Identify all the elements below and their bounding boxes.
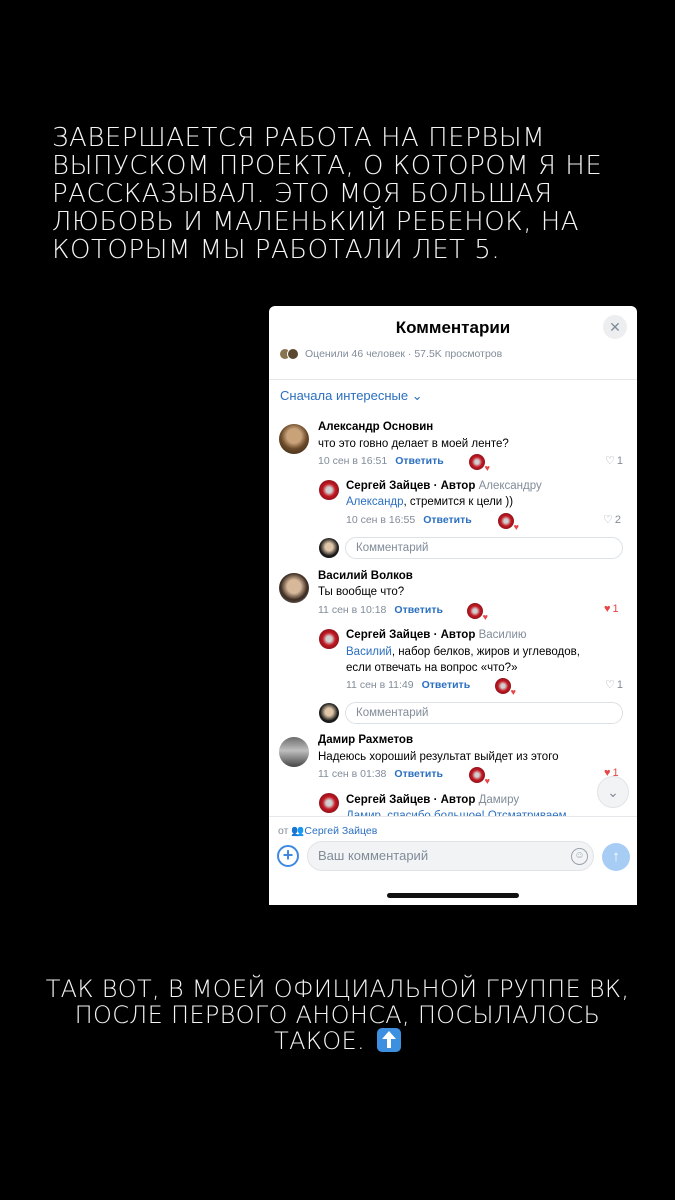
comment-text-line2: если отвечать на вопрос «что?» xyxy=(346,662,518,674)
avatar[interactable] xyxy=(279,424,309,454)
author-like-icon xyxy=(495,678,516,697)
comment-text: что это говно делает в моей ленте? xyxy=(318,438,509,450)
like-count: 2 xyxy=(614,514,621,526)
comment-date: 10 сен в 16:51 xyxy=(318,455,388,467)
comment-text-body: , стремится к цели )) xyxy=(403,496,514,508)
rating-row: Оценили 46 человек · 57.5K просмотров xyxy=(279,348,502,360)
close-icon[interactable]: ✕ xyxy=(603,315,627,339)
like-count: 1 xyxy=(616,679,623,691)
comment-author[interactable]: Сергей Зайцев · Автор Василию xyxy=(346,629,527,641)
home-indicator xyxy=(387,893,519,898)
author-like-icon xyxy=(467,603,488,622)
author-name[interactable]: Сергей Зайцев · Автор xyxy=(346,480,475,492)
like-button[interactable]: ♡ 1 xyxy=(605,678,623,691)
like-button[interactable]: ♡ 2 xyxy=(603,513,621,526)
story-top-text: ЗАВЕРШАЕТСЯ РАБОТА НА ПЕРВЫМ ВЫПУСКОМ ПР… xyxy=(52,123,603,265)
scroll-down-button[interactable]: ⌄ xyxy=(597,776,629,808)
comment-author[interactable]: Александр Основин xyxy=(318,421,433,433)
group-name[interactable]: Сергей Зайцев xyxy=(304,825,377,837)
comment-date: 11 сен в 01:38 xyxy=(318,768,387,780)
mention-link[interactable]: Александр xyxy=(346,496,404,508)
up-arrow-icon xyxy=(376,1028,401,1052)
like-button[interactable]: ♡ 1 xyxy=(605,454,623,467)
my-avatar xyxy=(319,538,339,558)
comment-meta: 10 сен в 16:55 Ответить xyxy=(346,514,472,526)
comment-meta: 11 сен в 01:38 Ответить xyxy=(318,768,443,780)
comment-meta: 10 сен в 16:51 Ответить xyxy=(318,455,444,467)
reply-button[interactable]: Ответить xyxy=(422,679,471,691)
send-button[interactable]: ↑ xyxy=(602,843,630,871)
comment-author[interactable]: Сергей Зайцев · Автор Дамиру xyxy=(346,794,519,806)
heart-icon: ♡ xyxy=(605,455,615,467)
rating-text: Оценили 46 человек · 57.5K просмотров xyxy=(305,348,503,360)
add-attachment-icon[interactable]: + xyxy=(277,845,299,867)
like-count: 1 xyxy=(612,603,619,615)
comment-input[interactable]: Ваш комментарий xyxy=(307,841,594,871)
group-icon: 👥 xyxy=(291,825,305,837)
like-count: 1 xyxy=(616,455,623,467)
comment-date: 11 сен в 11:49 xyxy=(346,679,414,691)
divider xyxy=(269,816,637,817)
reply-to-name: Александру xyxy=(478,480,542,492)
reply-input[interactable]: Комментарий xyxy=(345,537,623,559)
story-bottom-caption: ТАК ВОТ, В МОЕЙ ОФИЦИАЛЬНОЙ ГРУППЕ ВК, П… xyxy=(45,975,630,1055)
comment-text: Василий, набор белков, жиров и углеводов… xyxy=(346,645,580,660)
emoji-icon[interactable]: ☺ xyxy=(571,848,588,865)
post-as-selector[interactable]: от 👥Сергей Зайцев xyxy=(278,824,377,837)
author-like-icon xyxy=(469,454,490,473)
comment-date: 10 сен в 16:55 xyxy=(346,514,416,526)
reply-input[interactable]: Комментарий xyxy=(345,702,623,724)
comment-meta: 11 сен в 11:49 Ответить xyxy=(346,679,470,691)
sheet-title: Комментарии xyxy=(395,318,511,337)
story-bottom-text: ТАК ВОТ, В МОЕЙ ОФИЦИАЛЬНОЙ ГРУППЕ ВК, П… xyxy=(40,976,635,1054)
comment-author[interactable]: Сергей Зайцев · Автор Александру xyxy=(346,480,542,492)
reply-button[interactable]: Ответить xyxy=(423,514,472,526)
heart-icon: ♥ xyxy=(604,603,611,615)
liker-avatars xyxy=(279,348,299,360)
comment-text-body: , набор белков, жиров и углеводов, xyxy=(391,646,580,658)
avatar[interactable] xyxy=(279,737,309,767)
author-name[interactable]: Сергей Зайцев · Автор xyxy=(346,629,475,641)
reply-button[interactable]: Ответить xyxy=(394,604,443,616)
reply-to-name: Василию xyxy=(478,629,527,641)
author-name[interactable]: Сергей Зайцев · Автор xyxy=(346,794,475,806)
avatar[interactable] xyxy=(319,480,339,500)
like-button[interactable]: ♥ 1 xyxy=(604,603,619,615)
comment-text: Александр, стремится к цели )) xyxy=(346,495,513,510)
avatar[interactable] xyxy=(319,629,339,649)
from-label: от xyxy=(278,825,289,837)
comment-text: Надеюсь хороший результат выйдет из этог… xyxy=(318,751,559,763)
comment-date: 11 сен в 10:18 xyxy=(318,604,387,616)
author-like-icon xyxy=(469,767,490,786)
my-avatar xyxy=(319,703,339,723)
reply-to-name: Дамиру xyxy=(478,794,520,806)
divider xyxy=(269,379,637,380)
reply-button[interactable]: Ответить xyxy=(395,455,444,467)
mention-link[interactable]: Василий xyxy=(346,646,392,658)
reply-button[interactable]: Ответить xyxy=(394,768,443,780)
avatar[interactable] xyxy=(319,793,339,813)
comment-text: Ты вообще что? xyxy=(318,586,405,598)
comments-sheet-screenshot: Комментарии ✕ Оценили 46 человек · 57.5K… xyxy=(269,306,637,905)
comment-meta: 11 сен в 10:18 Ответить xyxy=(318,604,443,616)
comment-author[interactable]: Василий Волков xyxy=(318,570,413,582)
heart-icon: ♡ xyxy=(603,514,613,526)
heart-icon: ♡ xyxy=(605,679,615,691)
comment-author[interactable]: Дамир Рахметов xyxy=(318,734,413,746)
author-like-icon xyxy=(498,513,519,532)
avatar[interactable] xyxy=(279,573,309,603)
sort-dropdown[interactable]: Сначала интересные ⌄ xyxy=(280,388,423,404)
